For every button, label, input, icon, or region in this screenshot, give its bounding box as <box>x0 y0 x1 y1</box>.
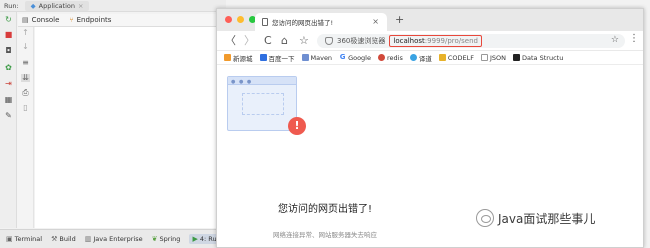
illustration-dots: ● ● ● <box>231 79 253 85</box>
forward-button[interactable]: 〉 <box>244 34 255 47</box>
close-window-button[interactable] <box>225 16 232 23</box>
bookmark-label: 百度一下 <box>268 54 295 63</box>
run-subtabs: ▤ Console ⑂ Endpoints <box>18 14 226 27</box>
data-structure-icon <box>513 54 521 61</box>
rerun-icon[interactable]: ↻ <box>4 16 13 24</box>
application-icon: ◆ <box>30 1 36 10</box>
bookmark-item[interactable]: redis <box>377 53 403 62</box>
illustration-placeholder <box>242 93 284 115</box>
console-tab[interactable]: ▤ Console <box>22 16 59 24</box>
codelf-icon <box>438 54 446 61</box>
bookmark-label: Maven <box>310 53 333 62</box>
window-controls <box>225 16 256 23</box>
bookmark-item[interactable]: G Google <box>339 54 371 62</box>
debug-icon[interactable]: ✿ <box>4 64 13 72</box>
google-icon: G <box>339 53 346 61</box>
bookmark-item[interactable]: 百度一下 <box>259 53 295 63</box>
address-bar[interactable]: 360极速浏览器 localhost :9999/pro/send ☆ <box>317 34 625 48</box>
soft-wrap-icon[interactable]: ≡ <box>21 59 30 67</box>
bookmark-label: redis <box>386 53 403 62</box>
bookmark-label: JSON <box>489 53 507 62</box>
error-alert-icon: ! <box>288 117 306 135</box>
camera-icon[interactable]: ◘ <box>4 47 13 55</box>
bookmark-item[interactable]: 新源城 <box>224 53 253 63</box>
bookmark-item[interactable]: CODELF <box>438 53 474 62</box>
browser-titlebar: 您访问的网页出错了! × + <box>217 9 643 31</box>
bookmark-label: Google <box>348 53 371 62</box>
bookmark-label: 新源城 <box>233 54 253 63</box>
new-tab-button[interactable]: + <box>395 13 404 26</box>
browser-tab-title: 您访问的网页出错了! <box>272 19 334 27</box>
back-button[interactable]: 〈 <box>225 34 236 47</box>
illustration-titlebar: ● ● ● <box>228 77 296 85</box>
console-tab-label: Console <box>31 16 60 24</box>
url-highlight[interactable]: localhost :9999/pro/send <box>389 35 482 47</box>
url-path: :9999/pro/send <box>424 37 478 45</box>
bookmark-label: 译道 <box>418 54 432 63</box>
json-icon <box>480 54 488 61</box>
bookmark-item[interactable]: Maven <box>301 53 333 62</box>
browser-toolbar: 〈 〉 C ⌂ ☆ 360极速浏览器 localhost :9999/pro/s… <box>217 31 643 51</box>
scroll-to-end-icon[interactable]: ⇊ <box>21 74 30 82</box>
bookmark-item[interactable]: Data Structu <box>513 54 563 62</box>
broken-page-illustration: ● ● ● <box>227 76 297 131</box>
orange-icon <box>224 54 231 61</box>
close-icon[interactable]: × <box>78 2 83 10</box>
wechat-logo-icon <box>476 209 494 227</box>
layout-icon[interactable]: ▦ <box>4 96 13 104</box>
print-icon[interactable]: ⎙ <box>21 89 30 97</box>
bookmark-item[interactable]: 译道 <box>409 53 432 63</box>
page-icon <box>262 18 268 26</box>
endpoints-tab[interactable]: ⑂ Endpoints <box>69 16 111 24</box>
console-icon: ▤ <box>22 16 29 24</box>
run-toolwindow-header: Run: ◆ Application × <box>0 0 226 12</box>
down-arrow-icon[interactable]: ↓ <box>21 43 30 51</box>
bookmark-star-icon[interactable]: ☆ <box>611 35 619 45</box>
error-subtitle: 网络连接异常、网站服务器失去响应 <box>273 231 377 239</box>
clear-icon[interactable]: ▯ <box>21 104 30 112</box>
bookmark-label: Data Structu <box>522 53 564 62</box>
bookmarks-bar: 新源城 百度一下 Maven G Google redis 译道 CODELF <box>217 51 643 65</box>
run-toolbar-left: ↻ ■ ◘ ✿ ⇥ ▦ ✎ <box>0 12 17 228</box>
minimize-window-button[interactable] <box>237 16 244 23</box>
console-toolbar: ↑ ↓ ≡ ⇊ ⎙ ▯ <box>17 27 34 228</box>
endpoints-icon: ⑂ <box>69 16 74 24</box>
url-host: localhost <box>393 37 425 45</box>
run-config-tab-label: Application <box>38 1 75 10</box>
run-config-tab[interactable]: ◆ Application × <box>24 0 90 11</box>
pin-icon[interactable]: ✎ <box>4 112 13 120</box>
maven-icon <box>301 54 309 61</box>
baidu-paw-icon <box>259 54 267 61</box>
exit-icon[interactable]: ⇥ <box>4 80 13 88</box>
more-menu-icon[interactable]: ⋮ <box>629 33 639 44</box>
browser-name: 360极速浏览器 <box>337 37 386 45</box>
run-label: Run: <box>4 1 19 10</box>
bookmark-item[interactable]: JSON <box>480 53 507 62</box>
up-arrow-icon[interactable]: ↑ <box>21 29 30 37</box>
bookmark-label: CODELF <box>447 53 474 62</box>
watermark-text: Java面试那些事儿 <box>498 211 596 226</box>
console-output[interactable] <box>35 27 226 228</box>
close-icon[interactable]: × <box>372 17 379 26</box>
shield-icon <box>325 37 333 45</box>
reload-button[interactable]: C <box>264 34 272 47</box>
favorite-button[interactable]: ☆ <box>299 34 309 47</box>
redis-icon <box>377 54 385 61</box>
browser-tab[interactable]: 您访问的网页出错了! × <box>255 13 387 31</box>
stop-icon[interactable]: ■ <box>4 31 13 39</box>
translate-icon <box>409 54 417 61</box>
home-button[interactable]: ⌂ <box>281 34 288 47</box>
endpoints-tab-label: Endpoints <box>76 16 112 24</box>
watermark: Java面试那些事儿 <box>476 208 595 228</box>
